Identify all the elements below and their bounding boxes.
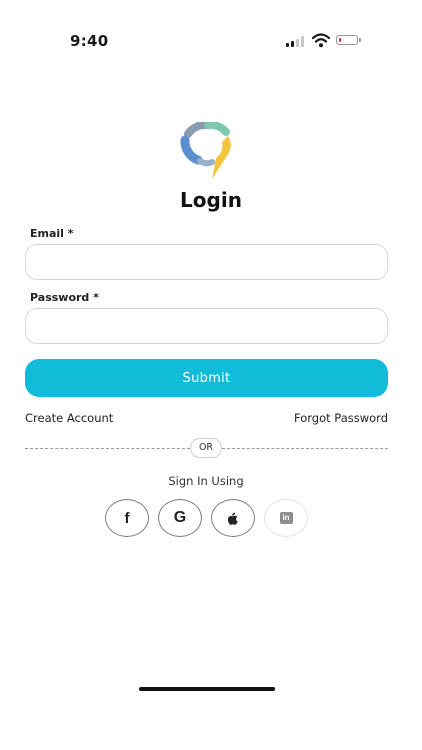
- apple-signin-button[interactable]: [211, 499, 255, 537]
- password-field[interactable]: [25, 308, 388, 344]
- facebook-icon: f: [124, 509, 130, 527]
- facebook-signin-button[interactable]: f: [105, 499, 149, 537]
- apple-icon: [227, 511, 238, 525]
- email-label: Email *: [30, 227, 74, 240]
- google-signin-button[interactable]: G: [158, 499, 202, 537]
- wifi-icon: [312, 33, 330, 48]
- battery-icon: [336, 35, 361, 45]
- or-divider: OR: [190, 438, 222, 458]
- divider-line-right: [222, 448, 388, 449]
- location-pin-logo-icon: [180, 122, 231, 179]
- google-icon: G: [173, 509, 187, 526]
- create-account-link[interactable]: Create Account: [25, 411, 113, 425]
- status-time: 9:40: [70, 32, 109, 50]
- linkedin-signin-button[interactable]: in: [264, 499, 308, 537]
- linkedin-icon: in: [279, 512, 293, 524]
- submit-button[interactable]: Submit: [25, 359, 388, 397]
- password-label: Password *: [30, 291, 99, 304]
- cellular-signal-icon: [286, 36, 308, 47]
- email-field[interactable]: [25, 244, 388, 280]
- home-indicator: [139, 687, 275, 691]
- battery-level: [338, 37, 341, 42]
- sign-in-using-heading: Sign In Using: [168, 474, 244, 488]
- divider-line-left: [25, 448, 190, 449]
- status-bar: 9:40: [0, 0, 422, 80]
- forgot-password-link[interactable]: Forgot Password: [294, 411, 388, 425]
- page-title: Login: [180, 188, 242, 212]
